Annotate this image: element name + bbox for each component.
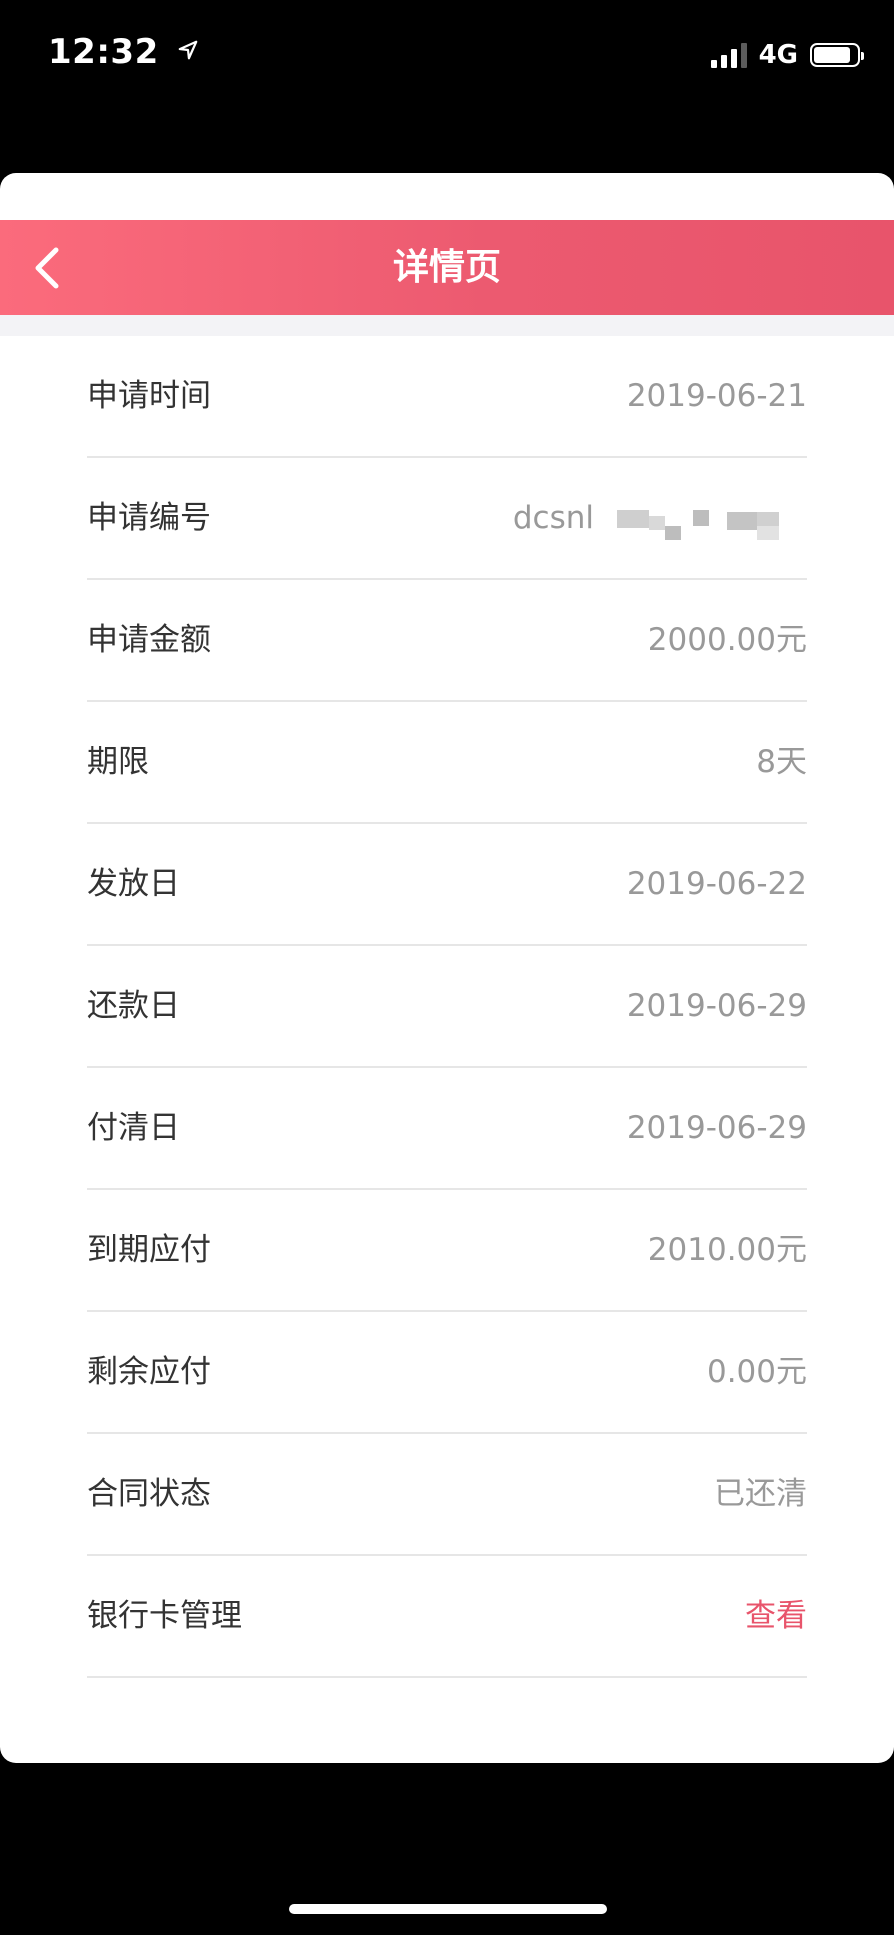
location-arrow-icon [178,40,198,60]
row-label: 付清日 [87,1110,180,1146]
row-label: 剩余应付 [87,1354,211,1390]
detail-row-bank-card[interactable]: 银行卡管理 查看 [87,1556,807,1678]
row-label: 申请金额 [87,622,211,658]
row-label: 还款日 [87,988,180,1024]
status-time-text: 12:32 [48,32,159,72]
detail-list: 申请时间 2019-06-21 申请编号 dcsnl 申请金额 2000.00元… [87,336,807,1678]
network-type: 4G [758,40,798,70]
detail-row-due-amount: 到期应付 2010.00元 [87,1190,807,1312]
redacted-pixel-mask [607,502,807,540]
detail-row-settled-date: 付清日 2019-06-29 [87,1068,807,1190]
row-value: 0.00元 [706,1354,807,1390]
row-value: 2000.00元 [647,622,807,658]
detail-card: 详情页 申请时间 2019-06-21 申请编号 dcsnl 申请金额 2000… [0,173,894,1763]
row-value: 2019-06-29 [626,1110,807,1146]
detail-row-repayment-date: 还款日 2019-06-29 [87,946,807,1068]
status-indicators: 4G [710,40,864,70]
row-value: 8天 [756,744,807,780]
cellular-signal-icon [710,42,747,68]
status-time: 12:32 [48,32,199,72]
battery-level-fill [814,47,850,63]
row-label: 合同状态 [87,1476,211,1512]
status-bar: 12:32 4G [0,0,894,110]
detail-row-apply-amount: 申请金额 2000.00元 [87,580,807,702]
row-value: 2019-06-21 [626,378,807,414]
row-value: dcsnl [512,500,594,536]
page-header: 详情页 [0,220,894,315]
row-label: 申请时间 [87,378,211,414]
row-value: 2010.00元 [647,1232,807,1268]
row-value: 2019-06-22 [626,866,807,902]
detail-row-contract-status: 合同状态 已还清 [87,1434,807,1556]
battery-icon [810,43,864,67]
header-divider-strip [0,315,894,336]
detail-row-apply-number: 申请编号 dcsnl [87,458,807,580]
row-label: 期限 [87,744,149,780]
view-bank-card-link[interactable]: 查看 [745,1556,807,1676]
home-indicator[interactable] [289,1904,607,1914]
detail-row-disbursement-date: 发放日 2019-06-22 [87,824,807,946]
detail-row-term: 期限 8天 [87,702,807,824]
row-label: 到期应付 [87,1232,211,1268]
detail-row-apply-time: 申请时间 2019-06-21 [87,336,807,458]
page-title: 详情页 [392,247,501,288]
detail-row-remaining-amount: 剩余应付 0.00元 [87,1312,807,1434]
row-value: 已还清 [714,1476,807,1512]
row-value: 2019-06-29 [626,988,807,1024]
row-label: 申请编号 [87,500,211,536]
row-label: 发放日 [87,866,180,902]
row-label: 银行卡管理 [87,1598,242,1634]
